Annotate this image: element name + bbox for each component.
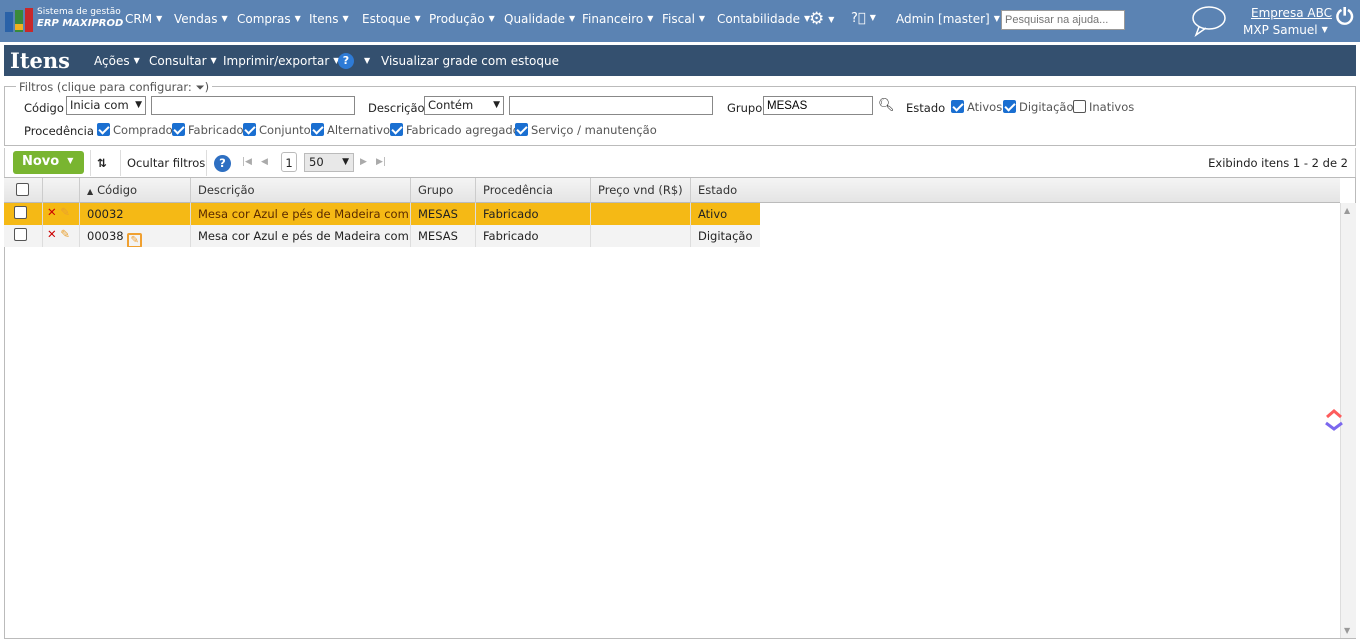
filter-icon: ⏷ [195, 80, 205, 94]
cell-estado: Ativo [698, 207, 728, 221]
procedencia-fabricado-agregado-checkbox[interactable]: Fabricado agregado [390, 123, 520, 137]
hide-filters-button[interactable]: Ocultar filtros [127, 156, 205, 170]
grid-stock-link[interactable]: Visualizar grade com estoque [381, 54, 559, 68]
nav-producao[interactable]: Produção ▼ [429, 12, 495, 26]
power-icon[interactable]: ⏻ [1336, 5, 1353, 30]
nav-qualidade[interactable]: Qualidade ▼ [504, 12, 575, 26]
cell-grupo: MESAS [411, 225, 476, 247]
actions-header [43, 178, 80, 203]
edit-pencil-icon[interactable]: ✎ [60, 227, 70, 241]
estado-inativos-checkbox[interactable]: Inativos [1073, 100, 1134, 114]
cell-estado: Digitação [698, 229, 753, 243]
row-actions: ✕ ✎ [43, 203, 80, 225]
procedencia-servico-checkbox[interactable]: Serviço / manutenção [515, 123, 657, 137]
help-icon[interactable]: ? [338, 53, 354, 69]
search-icon[interactable]: 🔍︎ [878, 98, 895, 113]
descricao-operator-select[interactable]: Contém ▼ [424, 96, 504, 115]
estado-label: Estado [906, 101, 946, 115]
grupo-label: Grupo [727, 101, 763, 115]
table-row[interactable]: ✕ ✎ 00038 ✎ Mesa cor Azul e pés de Madei… [4, 225, 760, 247]
descricao-input[interactable] [509, 96, 713, 115]
cell-preco [591, 225, 691, 247]
nav-vendas[interactable]: Vendas ▼ [174, 12, 228, 26]
cell-codigo: 00032 [80, 203, 191, 225]
cell-procedencia: Fabricado [476, 225, 591, 247]
page-number-input[interactable]: 1 [281, 152, 297, 172]
column-estado[interactable]: Estado [691, 178, 1340, 203]
cell-descricao: Mesa cor Azul e pés de Madeira com... [191, 225, 411, 247]
codigo-operator-select[interactable]: Inicia com ▼ [66, 96, 146, 115]
user-menu[interactable]: MXP Samuel ▼ [1243, 23, 1328, 37]
delete-icon[interactable]: ✕ [47, 227, 57, 241]
first-page-icon[interactable]: |◀ [242, 157, 252, 167]
grupo-input[interactable] [763, 96, 873, 115]
company-link[interactable]: Empresa ABC [1251, 6, 1332, 20]
top-navbar: Sistema de gestão ERP MAXIPROD CRM ▼ Venda… [0, 0, 1360, 42]
page-title: Itens [10, 48, 70, 73]
codigo-label: Código [24, 101, 64, 115]
procedencia-comprado-checkbox[interactable]: Comprado [97, 123, 173, 137]
nav-crm[interactable]: CRM ▼ [125, 12, 162, 26]
cell-procedencia: Fabricado [476, 203, 591, 225]
help-search-input[interactable] [1001, 10, 1125, 30]
select-all-checkbox[interactable] [4, 178, 43, 203]
grid-header: ▲ Código Descrição Grupo Procedência Preç… [4, 178, 1340, 203]
help-icon[interactable]: ? [214, 155, 231, 172]
chat-icon[interactable] [1191, 5, 1227, 37]
procedencia-label: Procedência [24, 124, 94, 138]
new-button[interactable]: Novo ▼ [13, 151, 84, 174]
prev-page-icon[interactable]: ◀ [261, 157, 268, 167]
logo-icon [5, 8, 33, 32]
column-descricao[interactable]: Descrição [191, 178, 411, 203]
procedencia-fabricado-checkbox[interactable]: Fabricado [172, 123, 244, 137]
help-icon[interactable]: ?⃝ ▼ [851, 11, 876, 26]
admin-menu[interactable]: Admin [master] ▼ [896, 12, 1000, 26]
nav-compras[interactable]: Compras ▼ [237, 12, 301, 26]
delete-icon[interactable]: ✕ [47, 205, 57, 219]
nav-fiscal[interactable]: Fiscal ▼ [662, 12, 705, 26]
page-header: Itens Ações ▼ Consultar ▼ Imprimir/exporta… [2, 43, 1358, 76]
edit-pencil-icon[interactable]: ✎ [60, 205, 70, 219]
descricao-label: Descrição [368, 101, 425, 115]
filters-panel [4, 86, 1356, 146]
clickup-widget-icon[interactable] [1323, 407, 1345, 431]
draft-edit-icon[interactable]: ✎ [127, 233, 143, 247]
menu-consultar[interactable]: Consultar ▼ [149, 54, 217, 68]
brand: Sistema de gestão ERP MAXIPROD [37, 7, 124, 29]
column-preco[interactable]: Preço vnd (R$) [591, 178, 691, 203]
items-summary: Exibindo itens 1 - 2 de 2 [1208, 156, 1348, 170]
filters-legend[interactable]: Filtros (clique para configurar: ⏷) [16, 80, 213, 95]
procedencia-alternativo-checkbox[interactable]: Alternativo [311, 123, 390, 137]
table-row[interactable]: ✕ ✎ 00032 Mesa cor Azul e pés de Madeira… [4, 203, 760, 225]
last-page-icon[interactable]: ▶| [376, 157, 386, 167]
procedencia-conjunto-checkbox[interactable]: Conjunto [243, 123, 311, 137]
nav-estoque[interactable]: Estoque ▼ [362, 12, 421, 26]
column-grupo[interactable]: Grupo [411, 178, 476, 203]
cell-descricao: Mesa cor Azul e pés de Madeira com... [191, 203, 411, 225]
nav-contabilidade[interactable]: Contabilidade ▼ [717, 12, 810, 26]
refresh-icon[interactable]: ⇅ [97, 156, 107, 170]
page-size-select[interactable]: 50 ▼ [304, 153, 354, 172]
cell-preco [591, 203, 691, 225]
column-codigo[interactable]: ▲ Código [80, 178, 191, 203]
menu-imprimir-exportar[interactable]: Imprimir/exportar ▼ [223, 54, 339, 68]
cell-grupo: MESAS [411, 203, 476, 225]
estado-digitacao-checkbox[interactable]: Digitação [1003, 100, 1074, 114]
row-checkbox[interactable] [4, 225, 43, 247]
menu-acoes[interactable]: Ações ▼ [94, 54, 140, 68]
settings-gear-icon[interactable]: ⚙ ▼ [809, 9, 834, 29]
cell-codigo: 00038 ✎ [80, 225, 191, 247]
row-checkbox[interactable] [4, 203, 43, 225]
codigo-input[interactable] [151, 96, 355, 115]
nav-itens[interactable]: Itens ▼ [309, 12, 349, 26]
row-actions: ✕ ✎ [43, 225, 80, 247]
estado-ativos-checkbox[interactable]: Ativos [951, 100, 1002, 114]
nav-financeiro[interactable]: Financeiro ▼ [582, 12, 653, 26]
column-procedencia[interactable]: Procedência [476, 178, 591, 203]
next-page-icon[interactable]: ▶ [360, 157, 367, 167]
help-dropdown-caret[interactable]: ▼ [364, 56, 370, 65]
